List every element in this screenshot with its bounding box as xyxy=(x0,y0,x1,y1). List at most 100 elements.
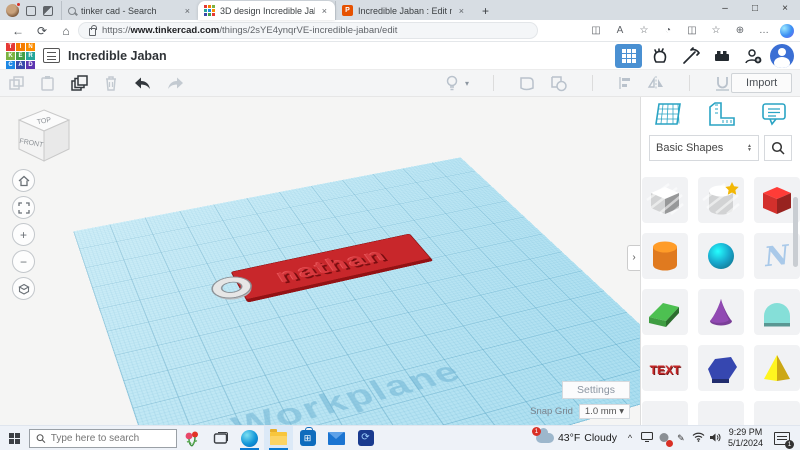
search-highlights-icon[interactable] xyxy=(177,426,206,450)
volume-icon[interactable] xyxy=(709,432,721,445)
group-icon[interactable] xyxy=(518,75,536,92)
design-canvas[interactable]: Workplane nathan TOP FRONT + xyxy=(0,97,640,425)
close-window-button[interactable]: × xyxy=(770,0,800,18)
tray-expand-icon[interactable]: ^ xyxy=(624,433,636,443)
keychain-ring[interactable] xyxy=(209,274,255,300)
settings-button[interactable]: Settings xyxy=(562,381,630,399)
collapse-panel-button[interactable]: › xyxy=(627,245,640,271)
design-title[interactable]: Incredible Jaban xyxy=(68,49,167,63)
split-screen-icon[interactable]: ◫ xyxy=(585,25,607,36)
align-icon[interactable] xyxy=(617,75,633,91)
search-shapes-button[interactable] xyxy=(764,135,792,161)
sidebar-icon[interactable]: ◫ xyxy=(681,25,703,36)
blocks-button[interactable] xyxy=(677,44,704,68)
windows-logo-icon xyxy=(9,433,20,444)
workspaces-icon[interactable] xyxy=(26,6,36,16)
tinkercad-logo[interactable]: TINKERCAD xyxy=(6,43,35,69)
new-tab-button[interactable]: + xyxy=(472,4,499,20)
shape-category-select[interactable]: Basic Shapes ▲▼ xyxy=(649,135,759,161)
paste-icon[interactable] xyxy=(39,75,56,92)
wifi-icon[interactable] xyxy=(692,432,704,444)
fit-view-button[interactable] xyxy=(12,196,35,219)
start-button[interactable] xyxy=(0,426,29,450)
ruler-tool-icon[interactable] xyxy=(707,101,735,132)
import-button[interactable]: Import xyxy=(731,73,792,93)
edge-taskbar-icon[interactable] xyxy=(235,426,264,450)
task-view-button[interactable] xyxy=(206,426,235,450)
tab-actions-icon[interactable] xyxy=(43,6,53,16)
shape-pyramid[interactable] xyxy=(754,345,800,391)
view-3d-button[interactable] xyxy=(615,44,642,68)
invite-button[interactable] xyxy=(739,44,766,68)
zoom-in-button[interactable]: + xyxy=(12,223,35,246)
action-center-icon[interactable]: 1 xyxy=(774,432,790,445)
zoom-out-button[interactable]: − xyxy=(12,250,35,273)
undo-icon[interactable] xyxy=(133,76,152,91)
favorite-star-icon[interactable]: ☆ xyxy=(633,25,655,36)
mirror-icon[interactable] xyxy=(647,75,665,91)
shape-cylinder-hole[interactable] xyxy=(698,177,744,223)
more-menu-icon[interactable]: … xyxy=(753,25,775,36)
shape-cylinder[interactable] xyxy=(642,233,688,279)
home-icon[interactable]: ⌂ xyxy=(54,24,78,38)
sync-app-icon[interactable]: ⟳ xyxy=(351,426,380,450)
home-view-button[interactable] xyxy=(12,169,35,192)
shape-sphere[interactable] xyxy=(698,233,744,279)
account-avatar[interactable] xyxy=(770,44,794,68)
monitor-tray-icon[interactable] xyxy=(641,432,653,444)
duplicate-icon[interactable] xyxy=(70,74,89,93)
taskbar-search[interactable] xyxy=(29,429,177,448)
shape-text[interactable]: TEXTTEXT xyxy=(642,345,688,391)
show-all-caret-icon[interactable]: ▾ xyxy=(465,79,469,88)
keychain-model[interactable]: nathan xyxy=(231,234,432,300)
read-aloud-icon[interactable]: A xyxy=(609,25,631,36)
mail-icon[interactable] xyxy=(322,426,351,450)
panel-scrollbar[interactable] xyxy=(793,197,798,267)
ungroup-icon[interactable] xyxy=(550,75,568,92)
menu-icon[interactable] xyxy=(43,48,60,63)
view-cube[interactable]: TOP FRONT xyxy=(12,105,76,172)
close-tab-icon[interactable]: × xyxy=(320,6,329,16)
workplane-watermark: Workplane xyxy=(227,357,469,425)
search-input[interactable] xyxy=(51,433,170,444)
tab-edit-model[interactable]: P Incredible Jaban : Edit model | P × xyxy=(335,1,472,20)
url-field[interactable]: https://www.tinkercad.com/things/2sYE4yn… xyxy=(78,22,538,39)
collections-icon[interactable]: ⊕ xyxy=(729,25,751,36)
shape-roof[interactable] xyxy=(642,289,688,335)
bricks-button[interactable] xyxy=(708,44,735,68)
back-icon[interactable]: ← xyxy=(6,24,30,38)
workplane-drop-icon[interactable] xyxy=(714,75,731,92)
copilot-icon[interactable] xyxy=(780,24,794,38)
shape-polygon[interactable] xyxy=(698,345,744,391)
show-all-icon[interactable] xyxy=(445,75,459,92)
close-tab-icon[interactable]: × xyxy=(457,6,466,16)
maximize-button[interactable]: □ xyxy=(740,0,770,18)
favorites-bar-icon[interactable]: ☆ xyxy=(705,25,727,36)
workplane-tool-icon[interactable] xyxy=(653,101,683,132)
delete-icon[interactable] xyxy=(103,75,119,92)
copy-icon[interactable] xyxy=(8,75,25,92)
clock-time: 9:29 PM xyxy=(728,427,763,438)
tab-search[interactable]: tinker cad - Search × xyxy=(61,1,198,20)
notes-tool-icon[interactable] xyxy=(760,101,788,132)
microsoft-store-icon[interactable]: ⊞ xyxy=(293,426,322,450)
rewards-icon[interactable]: ◔ xyxy=(657,25,679,36)
shape-round-roof[interactable] xyxy=(754,289,800,335)
shape-cone[interactable] xyxy=(698,289,744,335)
tab-3d-design[interactable]: 3D design Incredible Jaban - Tin × xyxy=(198,1,335,20)
minimize-button[interactable]: – xyxy=(710,0,740,18)
workplane[interactable]: Workplane nathan xyxy=(73,157,640,425)
taskbar-clock[interactable]: 9:29 PM 5/1/2024 xyxy=(728,427,763,449)
sim-lab-button[interactable] xyxy=(646,44,673,68)
browser-profile-avatar[interactable] xyxy=(6,4,19,17)
snap-grid-select[interactable]: 1.0 mm ▾ xyxy=(579,404,630,419)
refresh-icon[interactable]: ⟳ xyxy=(30,24,54,38)
pen-tray-icon[interactable]: ✎ xyxy=(675,433,687,444)
shape-box-hole[interactable] xyxy=(642,177,688,223)
perspective-toggle-button[interactable] xyxy=(12,277,35,300)
close-tab-icon[interactable]: × xyxy=(183,6,192,16)
file-explorer-icon[interactable] xyxy=(264,426,293,450)
weather-widget[interactable]: 1 43°F Cloudy xyxy=(536,432,617,444)
redo-icon[interactable] xyxy=(166,76,185,91)
onedrive-alert-icon[interactable] xyxy=(658,432,670,445)
